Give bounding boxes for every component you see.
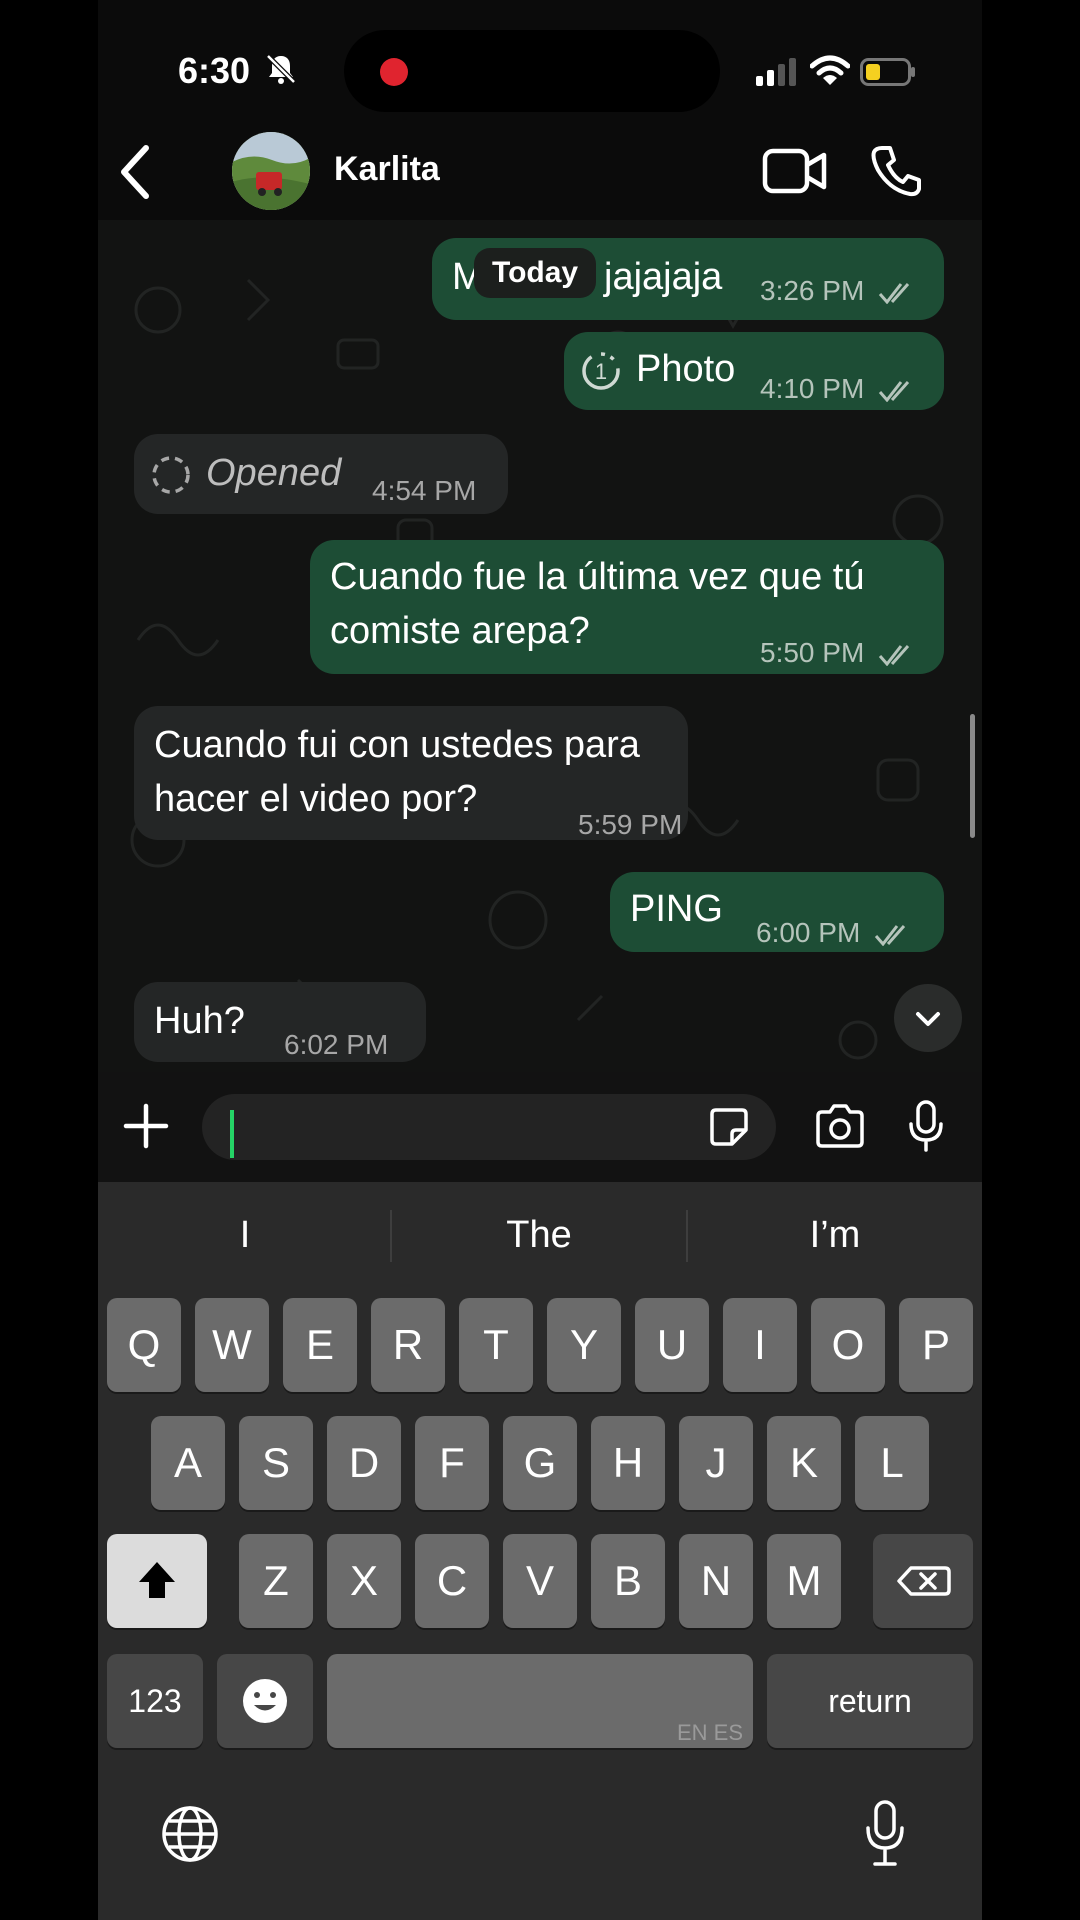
read-ticks-icon <box>878 380 910 402</box>
key-i[interactable]: I <box>723 1298 797 1392</box>
message-text: jajajaja <box>604 256 723 298</box>
message-bubble-incoming[interactable]: Cuando fui con ustedes para hacer el vid… <box>134 706 688 840</box>
message-text: Photo <box>636 348 736 390</box>
cellular-signal-icon <box>756 58 796 86</box>
message-text: PING <box>630 888 723 930</box>
key-h[interactable]: H <box>591 1416 665 1510</box>
key-n[interactable]: N <box>679 1534 753 1628</box>
message-time: 3:26 PM <box>760 275 865 306</box>
key-o[interactable]: O <box>811 1298 885 1392</box>
shift-arrow-icon <box>139 1562 175 1598</box>
view-once-icon: 1 <box>582 352 620 390</box>
key-k[interactable]: K <box>767 1416 841 1510</box>
globe-icon[interactable] <box>160 1804 220 1864</box>
suggestion-1[interactable]: I <box>98 1214 392 1257</box>
message-time: 6:02 PM <box>284 1029 389 1060</box>
message-time: 6:00 PM <box>756 917 861 948</box>
battery-low-icon <box>860 58 915 86</box>
dictation-microphone-icon[interactable] <box>864 1798 906 1870</box>
contact-name[interactable]: Karlita <box>334 150 440 189</box>
key-b[interactable]: B <box>591 1534 665 1628</box>
message-time: 5:59 PM <box>578 809 683 840</box>
message-input-bar <box>98 1072 982 1182</box>
key-a[interactable]: A <box>151 1416 225 1510</box>
key-l[interactable]: L <box>855 1416 929 1510</box>
key-q[interactable]: Q <box>107 1298 181 1392</box>
svg-text:1: 1 <box>595 359 607 384</box>
attach-plus-icon[interactable] <box>122 1102 170 1150</box>
key-e[interactable]: E <box>283 1298 357 1392</box>
key-c[interactable]: C <box>415 1534 489 1628</box>
message-meta: 4:10 PM <box>760 362 918 416</box>
message-time: 4:54 PM <box>372 475 477 506</box>
message-bubble-incoming[interactable]: Opened 4:54 PM <box>134 434 508 514</box>
chevron-down-icon <box>916 1012 940 1026</box>
wifi-icon <box>810 55 850 85</box>
chat-area[interactable]: M jajajaja 3:26 PM Today 1 Photo 4:10 PM <box>98 220 982 1072</box>
view-once-opened-icon <box>152 456 190 494</box>
avatar[interactable] <box>232 132 310 210</box>
message-text-line: Cuando fue la última vez que tú <box>330 556 865 598</box>
key-z[interactable]: Z <box>239 1534 313 1628</box>
chat-scrollbar[interactable] <box>970 714 975 838</box>
scroll-to-bottom-button[interactable] <box>894 984 962 1052</box>
key-f[interactable]: F <box>415 1416 489 1510</box>
key-v[interactable]: V <box>503 1534 577 1628</box>
read-ticks-icon <box>874 924 906 946</box>
message-input[interactable] <box>202 1094 776 1160</box>
message-text: Opened <box>206 452 342 494</box>
return-key[interactable]: return <box>767 1654 973 1748</box>
camera-icon[interactable] <box>814 1102 866 1150</box>
message-bubble-outgoing[interactable]: 1 Photo 4:10 PM <box>564 332 944 410</box>
message-bubble-outgoing[interactable]: Cuando fue la última vez que tú comiste … <box>310 540 944 674</box>
message-bubble-outgoing[interactable]: PING 6:00 PM <box>610 872 944 952</box>
key-m[interactable]: M <box>767 1534 841 1628</box>
key-r[interactable]: R <box>371 1298 445 1392</box>
phone-screen: 6:30 Karlita M jajajaja 3:26 PM Today 1 … <box>98 0 982 1920</box>
message-meta: 3:26 PM <box>760 264 918 318</box>
status-time: 6:30 <box>178 50 251 91</box>
suggestion-3[interactable]: I’m <box>688 1214 982 1257</box>
key-y[interactable]: Y <box>547 1298 621 1392</box>
message-text-line: hacer el video por? <box>154 778 478 820</box>
key-x[interactable]: X <box>327 1534 401 1628</box>
recording-indicator <box>380 58 408 86</box>
read-ticks-icon <box>878 282 910 304</box>
key-g[interactable]: G <box>503 1416 577 1510</box>
key-s[interactable]: S <box>239 1416 313 1510</box>
microphone-icon[interactable] <box>908 1100 944 1152</box>
message-text-line: Cuando fui con ustedes para <box>154 724 640 766</box>
key-t[interactable]: T <box>459 1298 533 1392</box>
shift-key[interactable] <box>107 1534 207 1628</box>
message-meta: 5:50 PM <box>760 626 918 680</box>
suggestion-2[interactable]: The <box>392 1214 686 1257</box>
message-bubble-incoming[interactable]: Huh? 6:02 PM <box>134 982 426 1062</box>
sticker-icon[interactable] <box>708 1106 750 1148</box>
message-meta: 6:00 PM <box>756 906 914 960</box>
backspace-key[interactable] <box>873 1534 973 1628</box>
key-p[interactable]: P <box>899 1298 973 1392</box>
key-j[interactable]: J <box>679 1416 753 1510</box>
message-text: Huh? <box>154 1000 245 1042</box>
numbers-key[interactable]: 123 <box>107 1654 203 1748</box>
back-icon[interactable] <box>116 144 156 200</box>
message-time: 4:10 PM <box>760 373 865 404</box>
key-w[interactable]: W <box>195 1298 269 1392</box>
space-key[interactable]: EN ES <box>327 1654 753 1748</box>
phone-call-icon[interactable] <box>870 144 922 198</box>
emoji-icon <box>243 1679 287 1723</box>
date-chip: Today <box>474 248 597 298</box>
text-cursor <box>230 1110 234 1158</box>
key-u[interactable]: U <box>635 1298 709 1392</box>
video-call-icon[interactable] <box>762 148 828 194</box>
message-text-line: comiste arepa? <box>330 610 590 652</box>
silent-bell-icon <box>266 54 296 84</box>
key-d[interactable]: D <box>327 1416 401 1510</box>
read-ticks-icon <box>878 644 910 666</box>
keyboard: I The I’m Q W E R T Y U I O P A S D F G … <box>98 1182 982 1920</box>
message-time: 5:50 PM <box>760 637 865 668</box>
space-language-label: EN ES <box>676 1720 743 1745</box>
backspace-icon <box>897 1566 951 1596</box>
emoji-key[interactable] <box>217 1654 313 1748</box>
